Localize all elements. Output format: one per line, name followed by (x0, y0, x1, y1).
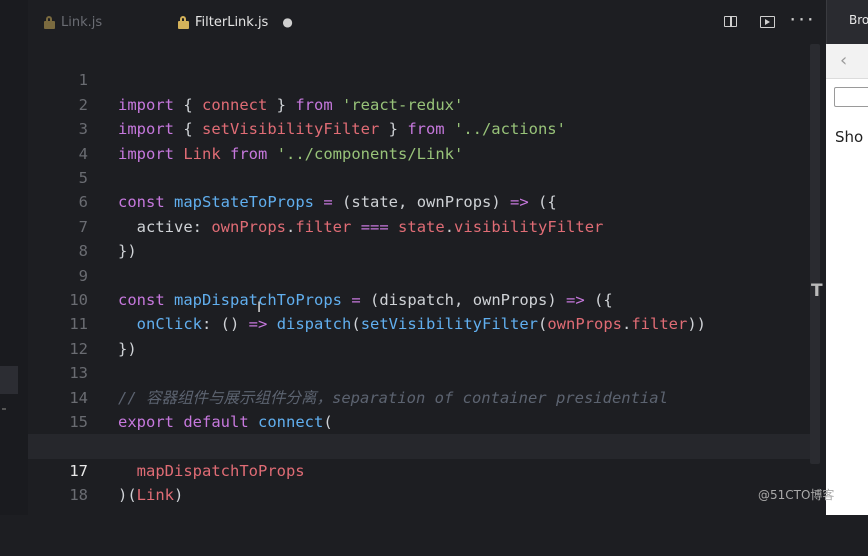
lock-icon (44, 15, 55, 29)
code-line: 3 import Link from '../components/Link' (28, 93, 818, 162)
split-editor-icon[interactable] (724, 16, 737, 27)
code-line: 13 // 容器组件与展示组件分离，separation of containe… (28, 337, 818, 406)
terminal-cursor-icon: T (811, 281, 823, 301)
code-line: 1 import { connect } from 'react-redux' (28, 44, 818, 113)
sidebar-marker (2, 408, 6, 410)
code-line: 6 active: ownProps.filter === state.visi… (28, 166, 818, 235)
code-line: 8 (28, 215, 818, 260)
code-line: 5 const mapStateToProps = (state, ownPro… (28, 142, 818, 211)
code-line: 12 (28, 312, 818, 358)
code-line: 18 (28, 459, 818, 504)
code-line: 11 }) (28, 288, 818, 357)
code-line: 7 }) (28, 190, 818, 260)
more-actions-icon[interactable]: ··· (789, 12, 814, 28)
code-line: 2 import { setVisibilityFilter } from '.… (28, 68, 818, 138)
sidebar-selected-item[interactable] (0, 366, 18, 394)
editor-scrollbar[interactable] (810, 44, 820, 464)
text-cursor-icon: I (257, 300, 262, 316)
code-line: 14 export default connect( (28, 361, 818, 431)
lock-icon (178, 15, 189, 29)
line-number: 18 (69, 486, 88, 505)
unsaved-dot-icon[interactable]: ● (282, 15, 292, 29)
line-content: )(Link) (118, 486, 184, 505)
watermark: @51CTO博客 (758, 488, 835, 502)
activity-strip (0, 0, 28, 515)
browser-show-text: Sho (835, 128, 864, 146)
code-editor[interactable]: 1 import { connect } from 'react-redux' … (28, 44, 826, 515)
tab-link-js[interactable]: Link.js (44, 0, 102, 44)
code-line: 15 mapStateToProps, (28, 386, 818, 455)
tab-label: Link.js (61, 14, 103, 30)
browser-tab-bar: Bro (826, 0, 868, 44)
browser-tab-label[interactable]: Bro (849, 13, 868, 27)
code-line-current: 17 )(Link) (28, 434, 818, 504)
code-line: 4 (28, 117, 818, 163)
code-line: 10 onClick: () => dispatch(setVisibility… (28, 264, 818, 333)
code-line: 16 mapDispatchToProps (28, 410, 818, 479)
browser-preview: Bro ‹ Sho (826, 0, 868, 515)
code-line: 9 const mapDispatchToProps = (dispatch, … (28, 239, 818, 309)
preview-icon[interactable] (760, 16, 775, 28)
todo-input[interactable] (834, 87, 868, 107)
editor-tab-bar: Link.js FilterLink.js ● ··· (28, 0, 826, 44)
tab-filterlink-js[interactable]: FilterLink.js ● (178, 0, 293, 44)
browser-nav-bar: ‹ (826, 44, 868, 79)
tab-label: FilterLink.js (195, 14, 269, 30)
back-arrow-icon[interactable]: ‹ (840, 50, 847, 71)
